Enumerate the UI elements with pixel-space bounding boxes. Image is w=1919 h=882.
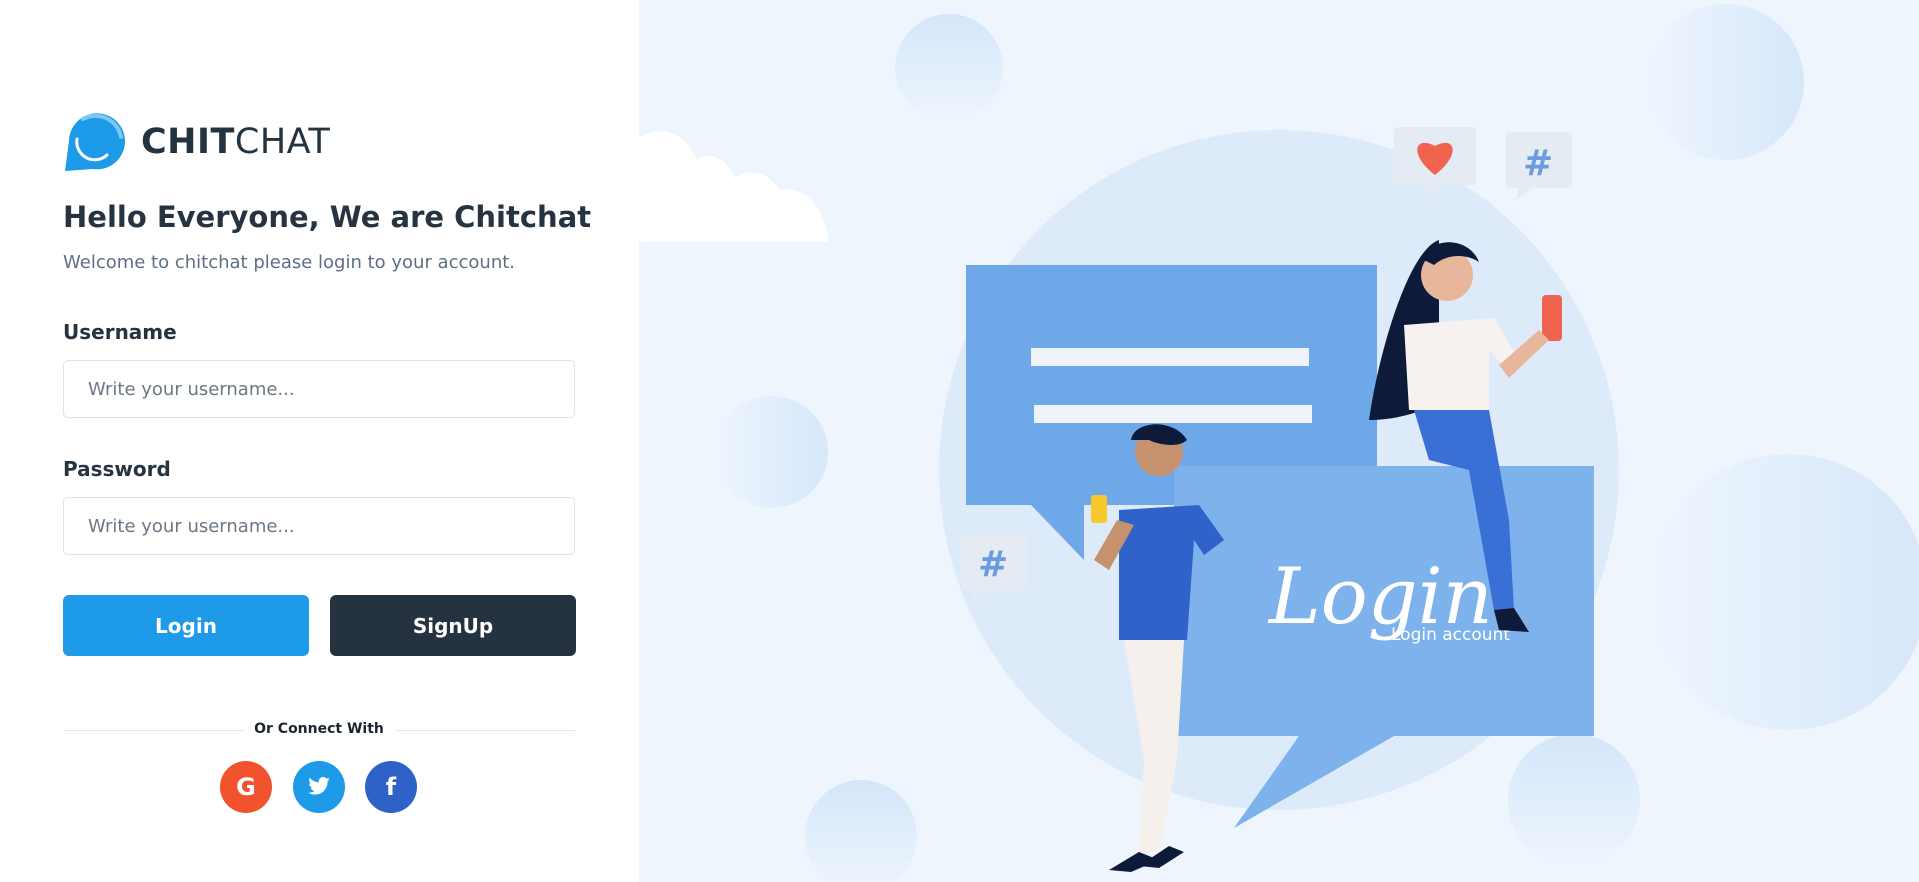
twitter-icon bbox=[308, 773, 330, 801]
divider-line-right bbox=[395, 730, 575, 731]
connect-label: Or Connect With bbox=[254, 721, 384, 737]
hashtag-icon: # bbox=[978, 544, 1008, 585]
facebook-login-button[interactable]: f bbox=[365, 761, 417, 813]
decor-circle bbox=[1648, 4, 1804, 160]
login-button[interactable]: Login bbox=[63, 595, 309, 656]
chat-bubble-logo-icon bbox=[63, 111, 127, 173]
login-panel: CHITCHAT Hello Everyone, We are Chitchat… bbox=[0, 0, 639, 882]
illustration-panel: Login Login account # # bbox=[639, 0, 1919, 882]
brand-name-bold: CHIT bbox=[141, 122, 235, 162]
hashtag-icon: # bbox=[1523, 143, 1553, 184]
page-subtitle: Welcome to chitchat please login to your… bbox=[63, 252, 516, 273]
page-title: Hello Everyone, We are Chitchat bbox=[63, 200, 592, 234]
password-input[interactable] bbox=[63, 497, 575, 555]
cloud-shape bbox=[639, 131, 829, 242]
message-line bbox=[1031, 348, 1309, 366]
google-login-button[interactable]: G bbox=[220, 761, 272, 813]
signup-button[interactable]: SignUp bbox=[330, 595, 576, 656]
google-icon: G bbox=[236, 773, 256, 801]
twitter-login-button[interactable] bbox=[293, 761, 345, 813]
chat-illustration: Login Login account # # bbox=[639, 4, 1919, 882]
decor-circle bbox=[716, 396, 828, 508]
brand-name: CHITCHAT bbox=[141, 122, 330, 162]
decor-circle bbox=[1651, 454, 1919, 730]
brand-logo: CHITCHAT bbox=[63, 111, 330, 173]
connect-divider: Or Connect With bbox=[63, 721, 575, 739]
message-line bbox=[1034, 405, 1312, 423]
login-caption-text: Login account bbox=[1391, 625, 1510, 645]
password-label: Password bbox=[63, 457, 171, 481]
decor-circle bbox=[1508, 734, 1640, 866]
brand-name-light: CHAT bbox=[234, 122, 331, 162]
decor-circle bbox=[805, 780, 917, 882]
username-input[interactable] bbox=[63, 360, 575, 418]
username-label: Username bbox=[63, 320, 177, 344]
facebook-icon: f bbox=[385, 773, 397, 801]
decor-circle bbox=[895, 14, 1003, 122]
